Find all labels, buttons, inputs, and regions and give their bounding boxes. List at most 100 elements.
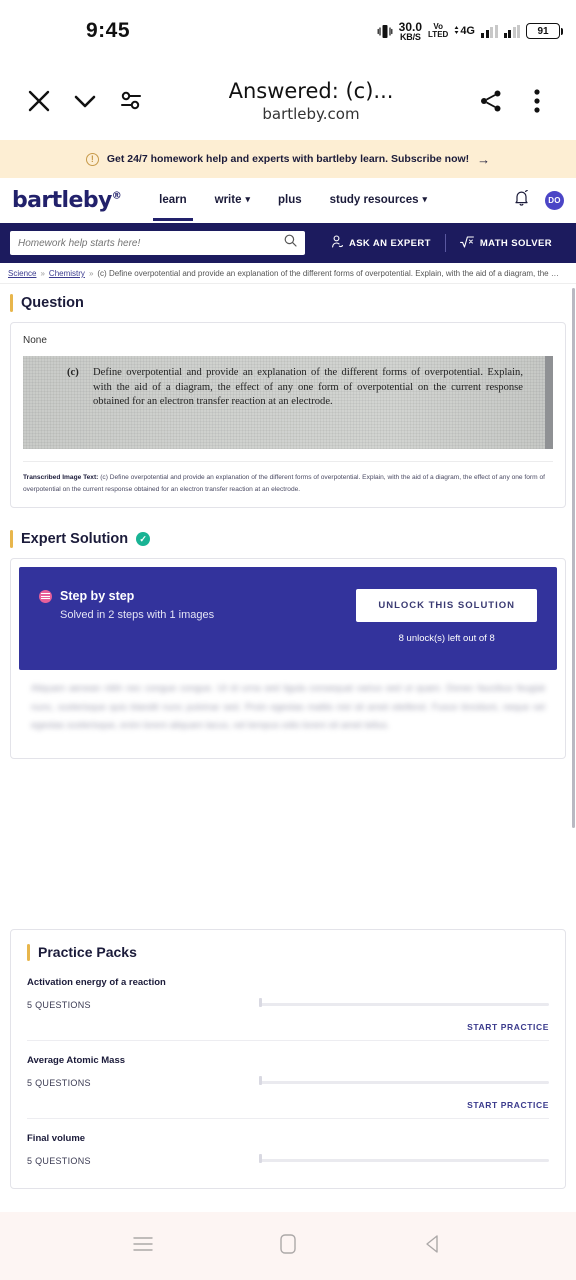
unlock-area: UNLOCK THIS SOLUTION 8 unlock(s) left ou…	[356, 589, 537, 644]
arrow-right-icon: →	[477, 151, 491, 167]
breadcrumb: Science» Chemistry» (c) Define overpotenti…	[0, 263, 576, 284]
nav-item-study-resources[interactable]: study resources ▾	[330, 194, 427, 208]
breadcrumb-item-chemistry[interactable]: Chemistry	[49, 269, 85, 278]
search-box[interactable]	[10, 231, 305, 255]
search-bar-actions: ASK AN EXPERT MATH SOLVER	[317, 234, 566, 252]
home-icon[interactable]	[277, 1232, 299, 1261]
android-navigation-bar	[0, 1212, 576, 1280]
nav-item-label: study resources	[329, 193, 419, 206]
solved-in-label: Solved in 2 steps with 1 images	[60, 609, 215, 622]
math-solver-label: MATH SOLVER	[479, 237, 552, 249]
chevron-down-icon: ▾	[245, 194, 250, 204]
practice-pack-question-count: 5 QUESTIONS	[27, 1155, 91, 1166]
unlocks-left-label: 8 unlock(s) left out of 8	[398, 633, 495, 645]
breadcrumb-separator: »	[88, 269, 94, 278]
ask-an-expert-label: ASK AN EXPERT	[348, 237, 431, 249]
nav-item-label: learn	[159, 193, 187, 206]
signal-strength-icon-2	[503, 24, 520, 38]
navbar-right-actions: DO	[514, 189, 564, 211]
browser-toolbar: Answered: (c)... bartleby.com	[0, 62, 576, 140]
step-by-step-label: Step by step	[60, 589, 135, 604]
math-solver-button[interactable]: MATH SOLVER	[446, 235, 566, 251]
page-settings-icon[interactable]	[108, 78, 154, 124]
accent-bar	[27, 943, 30, 961]
transcribed-label: Transcribed Image Text:	[23, 474, 99, 481]
question-image[interactable]: (c) Define overpotential and provide an …	[23, 356, 553, 449]
status-icons: 30.0 KB/S Vo LTED 4G 91	[377, 0, 563, 62]
info-icon: !	[85, 152, 99, 166]
verified-check-icon: ✓	[136, 532, 151, 547]
battery-icon: 91	[526, 23, 563, 39]
expert-solution-card: Step by step Solved in 2 steps with 1 im…	[10, 558, 566, 759]
notification-bell-icon[interactable]	[514, 189, 529, 211]
android-status-bar: 9:45 30.0 KB/S Vo LTED 4G 91	[0, 0, 576, 62]
practice-pack-meta: 5 QUESTIONS	[27, 1154, 549, 1166]
search-input[interactable]	[18, 237, 284, 249]
more-options-icon[interactable]	[514, 78, 560, 124]
promo-banner[interactable]: ! Get 24/7 homework help and experts wit…	[0, 140, 576, 178]
nav-item-learn[interactable]: learn	[153, 193, 193, 221]
question-heading: Question	[21, 295, 84, 311]
chevron-down-icon: ▾	[422, 194, 428, 204]
practice-pack-row: Activation energy of a reaction 5 QUESTI…	[27, 977, 549, 1041]
transcribed-image-text: Transcribed Image Text: (c) Define overp…	[23, 461, 553, 495]
start-practice-button[interactable]: START PRACTICE	[27, 1100, 549, 1110]
question-part-label: (c)	[67, 367, 79, 378]
start-practice-button[interactable]: START PRACTICE	[27, 1022, 549, 1032]
practice-pack-progress	[259, 998, 549, 1008]
bartleby-logo[interactable]: bartleby®	[12, 188, 122, 213]
ask-an-expert-button[interactable]: ASK AN EXPERT	[317, 235, 445, 251]
network-speed-indicator: 30.0 KB/S	[398, 19, 423, 42]
chevron-down-icon[interactable]	[62, 78, 108, 124]
back-icon[interactable]	[421, 1232, 445, 1261]
volte-icon: Vo LTED	[428, 22, 449, 39]
network-type-indicator: 4G	[454, 25, 475, 37]
practice-pack-name: Final volume	[27, 1132, 86, 1144]
nav-links: learn write ▾ plus study resources ▾	[153, 193, 427, 221]
practice-pack-row: Final volume 5 QUESTIONS	[27, 1133, 549, 1174]
expert-person-icon	[331, 235, 344, 251]
unlock-this-solution-button[interactable]: UNLOCK THIS SOLUTION	[356, 589, 537, 623]
vibrate-icon	[377, 24, 393, 39]
logo-text: bartleby	[12, 188, 112, 213]
page-domain: bartleby.com	[262, 105, 360, 123]
practice-packs-card: Practice Packs Activation energy of a re…	[10, 928, 566, 1189]
question-image-text-overlay: (c) Define overpotential and provide an …	[23, 356, 553, 410]
practice-pack-row: Average Atomic Mass 5 QUESTIONS START PR…	[27, 1055, 549, 1119]
practice-pack-meta: 5 QUESTIONS	[27, 998, 549, 1010]
close-icon[interactable]	[16, 78, 62, 124]
practice-pack-question-count: 5 QUESTIONS	[27, 1077, 91, 1088]
unlock-solution-banner: Step by step Solved in 2 steps with 1 im…	[19, 567, 557, 671]
recent-apps-icon[interactable]	[131, 1234, 155, 1259]
expert-solution-section-header: Expert Solution ✓	[0, 520, 576, 559]
step-by-step-title-row: Step by step	[39, 589, 214, 603]
site-navbar: bartleby® learn write ▾ plus study resou…	[0, 178, 576, 223]
practice-pack-question-count: 5 QUESTIONS	[27, 999, 91, 1010]
question-card: None (c) Define overpotential and provid…	[10, 322, 566, 509]
search-bar: ASK AN EXPERT MATH SOLVER	[0, 223, 576, 263]
practice-pack-name: Activation energy of a reaction	[27, 976, 166, 988]
breadcrumb-separator: »	[40, 269, 45, 278]
practice-packs-heading: Practice Packs	[38, 944, 137, 961]
avatar[interactable]: DO	[545, 191, 564, 210]
nav-item-write[interactable]: write ▾	[215, 194, 250, 208]
practice-packs-header: Practice Packs	[27, 943, 549, 961]
question-section-header: Question	[0, 284, 576, 322]
step-list-icon	[39, 589, 52, 603]
page-title-block[interactable]: Answered: (c)... bartleby.com	[154, 79, 468, 123]
search-icon[interactable]	[284, 234, 297, 252]
web-page-content: ! Get 24/7 homework help and experts wit…	[0, 140, 576, 1212]
nav-item-plus[interactable]: plus	[278, 194, 302, 208]
logo-mark: ®	[111, 190, 122, 202]
status-time: 9:45	[86, 19, 131, 42]
promo-text: Get 24/7 homework help and experts with …	[106, 153, 470, 165]
vertical-scrollbar[interactable]	[572, 288, 575, 828]
practice-pack-progress	[259, 1154, 549, 1164]
nav-item-label: plus	[278, 193, 302, 206]
question-image-body: Define overpotential and provide an expl…	[93, 367, 523, 408]
share-icon[interactable]	[468, 78, 514, 124]
battery-level: 91	[537, 25, 549, 37]
nav-item-label: write	[214, 193, 242, 206]
step-by-step-info: Step by step Solved in 2 steps with 1 im…	[39, 589, 214, 621]
breadcrumb-item-science[interactable]: Science	[8, 269, 36, 278]
